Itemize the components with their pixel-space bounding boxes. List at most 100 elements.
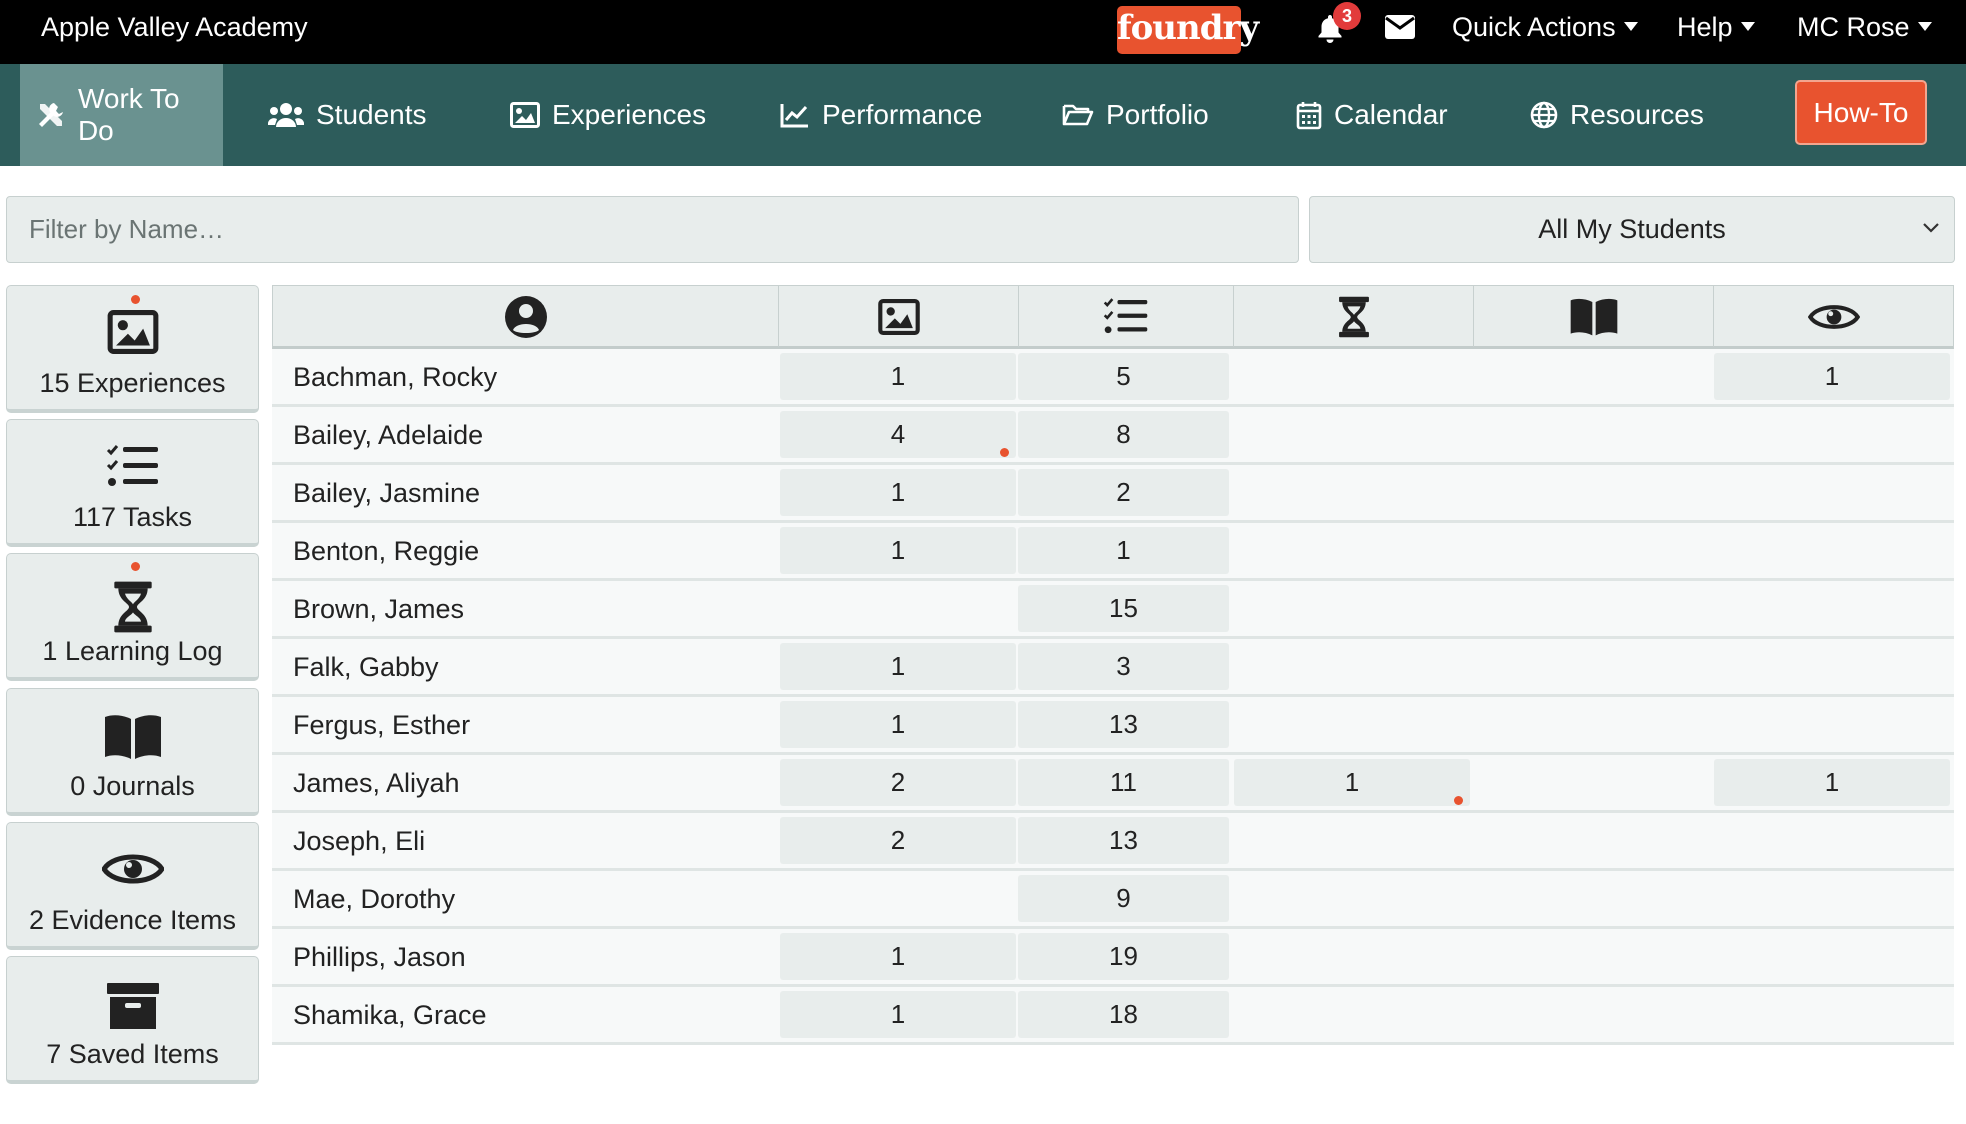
table-row[interactable]: Shamika, Grace 1 18 bbox=[272, 987, 1954, 1045]
nav-item-students[interactable]: Students bbox=[268, 64, 427, 166]
cell-experiences[interactable]: 2 bbox=[780, 817, 1016, 864]
column-header-student[interactable] bbox=[273, 286, 779, 347]
nav-item-resources[interactable]: Resources bbox=[1530, 64, 1704, 166]
cell-tasks[interactable]: 13 bbox=[1018, 701, 1229, 748]
cell-experiences[interactable]: 1 bbox=[780, 933, 1016, 980]
cell-experiences[interactable]: 1 bbox=[780, 469, 1016, 516]
student-name[interactable]: James, Aliyah bbox=[293, 755, 460, 811]
table-row[interactable]: Bailey, Jasmine 1 2 bbox=[272, 465, 1954, 523]
cell-tasks[interactable]: 9 bbox=[1018, 875, 1229, 922]
cell-journals bbox=[1474, 701, 1710, 748]
cell-evidence bbox=[1714, 701, 1950, 748]
table-row[interactable]: Joseph, Eli 2 13 bbox=[272, 813, 1954, 871]
cell-evidence[interactable]: 1 bbox=[1714, 353, 1950, 400]
nav-label: Calendar bbox=[1334, 99, 1448, 130]
how-to-button[interactable]: How-To bbox=[1795, 80, 1927, 145]
student-name[interactable]: Mae, Dorothy bbox=[293, 871, 455, 927]
nav-item-experiences[interactable]: Experiences bbox=[510, 64, 706, 166]
foundry-logo[interactable]: foundry bbox=[1117, 6, 1259, 54]
cell-experiences[interactable]: 2 bbox=[780, 759, 1016, 806]
sidebar-card-saved-items[interactable]: 7 Saved Items bbox=[6, 956, 259, 1084]
sidebar-card-tasks[interactable]: 117 Tasks bbox=[6, 419, 259, 547]
column-header-learning-log[interactable] bbox=[1234, 286, 1474, 347]
cell-tasks[interactable]: 15 bbox=[1018, 585, 1229, 632]
cell-logs bbox=[1234, 933, 1470, 980]
sidebar-card-learning-log[interactable]: 1 Learning Log bbox=[6, 553, 259, 681]
column-header-journals[interactable] bbox=[1474, 286, 1714, 347]
table-row[interactable]: James, Aliyah 2 11 1 1 bbox=[272, 755, 1954, 813]
cell-tasks[interactable]: 1 bbox=[1018, 527, 1229, 574]
table-row[interactable]: Bachman, Rocky 1 5 1 bbox=[272, 349, 1954, 407]
cell-tasks[interactable]: 3 bbox=[1018, 643, 1229, 690]
cell-journals bbox=[1474, 469, 1710, 516]
folder-icon bbox=[1062, 104, 1094, 126]
table-row[interactable]: Benton, Reggie 1 1 bbox=[272, 523, 1954, 581]
column-header-evidence[interactable] bbox=[1714, 286, 1953, 347]
help-menu[interactable]: Help bbox=[1677, 0, 1755, 54]
user-circle-icon bbox=[504, 295, 547, 338]
nav-item-performance[interactable]: Performance bbox=[780, 64, 982, 166]
student-name[interactable]: Joseph, Eli bbox=[293, 813, 425, 869]
cell-experiences[interactable]: 1 bbox=[780, 353, 1016, 400]
user-menu[interactable]: MC Rose bbox=[1797, 0, 1932, 54]
student-name[interactable]: Brown, James bbox=[293, 581, 464, 637]
table-row[interactable]: Phillips, Jason 1 19 bbox=[272, 929, 1954, 987]
image-icon bbox=[107, 310, 158, 354]
cell-logs bbox=[1234, 701, 1470, 748]
cell-tasks[interactable]: 8 bbox=[1018, 411, 1229, 458]
sidebar-card-evidence[interactable]: 2 Evidence Items bbox=[6, 822, 259, 950]
student-name[interactable]: Bachman, Rocky bbox=[293, 349, 497, 405]
nav-item-portfolio[interactable]: Portfolio bbox=[1062, 64, 1209, 166]
eye-icon bbox=[1807, 304, 1860, 329]
nav-label: Performance bbox=[822, 99, 983, 130]
cell-experiences[interactable]: 4 bbox=[780, 411, 1016, 458]
quick-actions-label: Quick Actions bbox=[1452, 12, 1616, 42]
table-row[interactable]: Fergus, Esther 1 13 bbox=[272, 697, 1954, 755]
nav-item-work-to-do[interactable]: Work To Do bbox=[20, 64, 223, 166]
cell-experiences[interactable]: 1 bbox=[780, 643, 1016, 690]
student-name[interactable]: Falk, Gabby bbox=[293, 639, 439, 695]
archive-icon bbox=[106, 983, 159, 1029]
cell-tasks[interactable]: 2 bbox=[1018, 469, 1229, 516]
cell-journals bbox=[1474, 527, 1710, 574]
cell-logs bbox=[1234, 353, 1470, 400]
sidebar-card-experiences[interactable]: 15 Experiences bbox=[6, 285, 259, 413]
help-label: Help bbox=[1677, 12, 1733, 42]
cell-experiences[interactable]: 1 bbox=[780, 527, 1016, 574]
cell-tasks[interactable]: 19 bbox=[1018, 933, 1229, 980]
table-row[interactable]: Mae, Dorothy 9 bbox=[272, 871, 1954, 929]
tasks-icon bbox=[1103, 297, 1148, 333]
school-name[interactable]: Apple Valley Academy bbox=[41, 0, 308, 54]
table-row[interactable]: Brown, James 15 bbox=[272, 581, 1954, 639]
chevron-down-icon bbox=[1923, 223, 1939, 233]
student-name[interactable]: Bailey, Adelaide bbox=[293, 407, 483, 463]
table-row[interactable]: Bailey, Adelaide 4 8 bbox=[272, 407, 1954, 465]
cell-tasks[interactable]: 11 bbox=[1018, 759, 1229, 806]
cell-tasks[interactable]: 18 bbox=[1018, 991, 1229, 1038]
cell-experiences[interactable]: 1 bbox=[780, 701, 1016, 748]
cell-logs[interactable]: 1 bbox=[1234, 759, 1470, 806]
cell-evidence bbox=[1714, 991, 1950, 1038]
student-name[interactable]: Benton, Reggie bbox=[293, 523, 479, 579]
column-header-experiences[interactable] bbox=[779, 286, 1019, 347]
envelope-icon[interactable] bbox=[1384, 14, 1416, 40]
student-group-select[interactable]: All My Students bbox=[1309, 196, 1955, 263]
student-name[interactable]: Bailey, Jasmine bbox=[293, 465, 480, 521]
cell-tasks[interactable]: 5 bbox=[1018, 353, 1229, 400]
student-name[interactable]: Shamika, Grace bbox=[293, 987, 487, 1043]
cell-evidence bbox=[1714, 933, 1950, 980]
cell-tasks[interactable]: 13 bbox=[1018, 817, 1229, 864]
column-header-tasks[interactable] bbox=[1019, 286, 1234, 347]
cell-experiences[interactable]: 1 bbox=[780, 991, 1016, 1038]
name-filter-input[interactable]: Filter by Name… bbox=[6, 196, 1299, 263]
nav-item-calendar[interactable]: Calendar bbox=[1296, 64, 1448, 166]
cell-evidence[interactable]: 1 bbox=[1714, 759, 1950, 806]
student-name[interactable]: Fergus, Esther bbox=[293, 697, 470, 753]
quick-actions-menu[interactable]: Quick Actions bbox=[1452, 0, 1638, 54]
users-icon bbox=[268, 103, 304, 127]
student-name[interactable]: Phillips, Jason bbox=[293, 929, 466, 985]
sidebar-card-journals[interactable]: 0 Journals bbox=[6, 688, 259, 816]
calendar-icon bbox=[1296, 102, 1322, 130]
sidebar-card-label: 15 Experiences bbox=[39, 368, 226, 398]
table-row[interactable]: Falk, Gabby 1 3 bbox=[272, 639, 1954, 697]
